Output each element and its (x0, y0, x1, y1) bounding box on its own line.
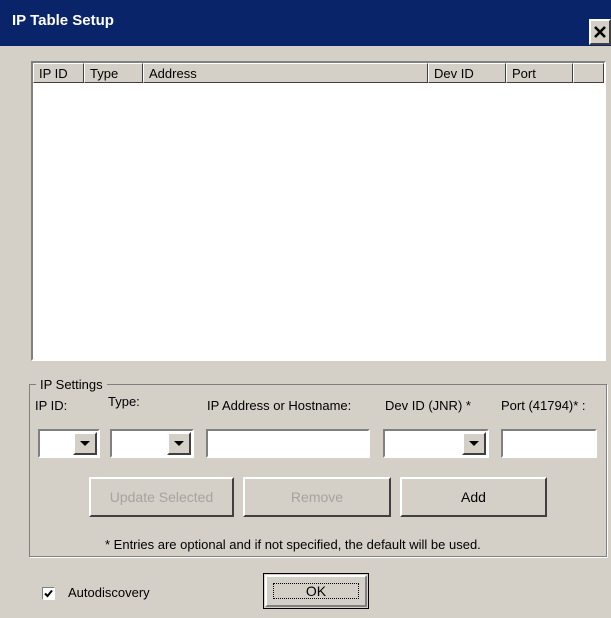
ip-settings-group-label: IP Settings (36, 377, 107, 392)
column-header-address[interactable]: Address (143, 63, 428, 83)
focus-rectangle (273, 583, 359, 599)
column-header-type[interactable]: Type (84, 63, 143, 83)
dev-id-dropdown-button[interactable] (462, 432, 486, 455)
column-header-port[interactable]: Port (506, 63, 573, 83)
ip-table-list[interactable]: IP ID Type Address Dev ID Port (31, 61, 606, 361)
ip-id-dropdown[interactable] (38, 429, 100, 458)
chevron-down-icon (80, 441, 90, 446)
port-input[interactable] (501, 429, 597, 458)
autodiscovery-checkbox[interactable] (42, 587, 55, 600)
type-label: Type: (108, 394, 140, 409)
close-button[interactable] (589, 19, 611, 45)
ok-button[interactable]: OK (263, 573, 369, 609)
checkmark-icon (44, 589, 53, 598)
optional-note: * Entries are optional and if not specif… (105, 537, 481, 552)
ip-id-dropdown-button[interactable] (73, 432, 97, 455)
add-button[interactable]: Add (400, 477, 547, 517)
list-header: IP ID Type Address Dev ID Port (33, 63, 604, 83)
type-dropdown-button[interactable] (167, 432, 191, 455)
ip-id-label: IP ID: (35, 398, 68, 413)
remove-button[interactable]: Remove (243, 477, 391, 517)
window-title: IP Table Setup (12, 12, 114, 29)
dev-id-dropdown[interactable] (383, 429, 489, 458)
column-header-dev-id[interactable]: Dev ID (428, 63, 506, 83)
ok-button-face: OK (265, 575, 367, 607)
column-header-filler (573, 63, 604, 83)
port-label: Port (41794)* : (501, 398, 586, 413)
close-icon (594, 26, 606, 38)
column-header-ip-id[interactable]: IP ID (33, 63, 84, 83)
autodiscovery-label[interactable]: Autodiscovery (68, 585, 150, 600)
dev-id-label: Dev ID (JNR) * (385, 398, 471, 413)
address-label: IP Address or Hostname: (207, 398, 352, 413)
address-input[interactable] (206, 429, 370, 458)
chevron-down-icon (469, 441, 479, 446)
chevron-down-icon (174, 441, 184, 446)
update-selected-button[interactable]: Update Selected (89, 477, 234, 517)
type-dropdown[interactable] (110, 429, 194, 458)
